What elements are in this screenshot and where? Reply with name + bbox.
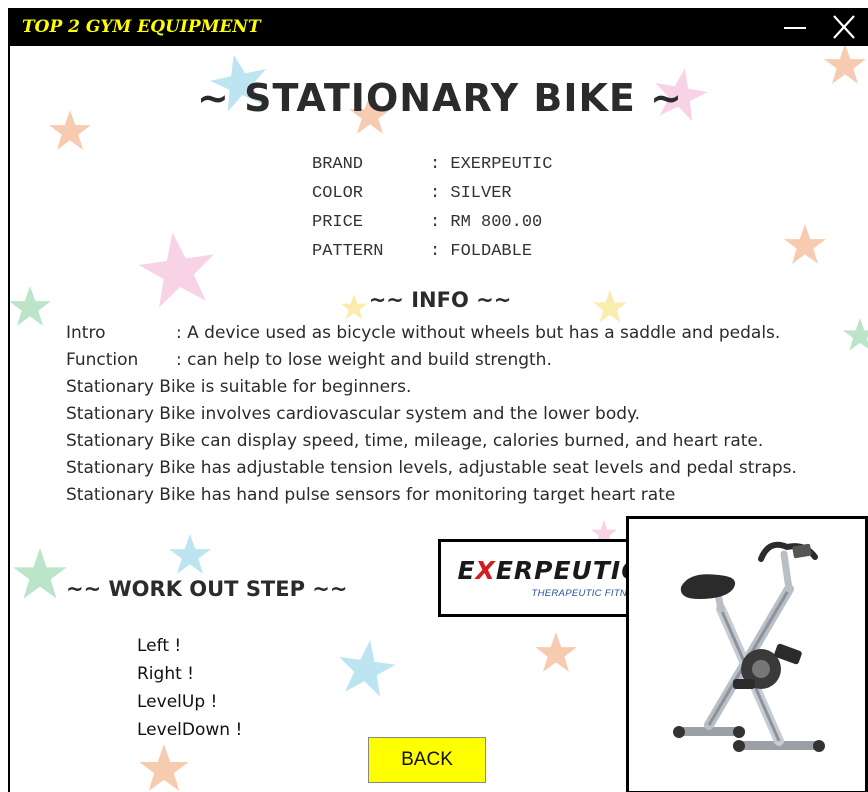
info-line: Stationary Bike has hand pulse sensors f… (66, 485, 676, 505)
logo-rest: ERPEUTIC (495, 556, 641, 585)
close-button[interactable] (826, 12, 860, 42)
workout-heading: ~~ WORK OUT STEP ~~ (66, 577, 348, 601)
spec-row-brand: BRAND : EXERPEUTIC (312, 150, 552, 179)
spec-row-price: PRICE : RM 800.00 (312, 208, 552, 237)
spec-row-color: COLOR : SILVER (312, 179, 552, 208)
workout-steps: Left ! Right ! LevelUp ! LevelDown ! (137, 632, 242, 744)
logo-wordmark: EXERPEUTIC (441, 556, 657, 585)
info-line: Stationary Bike can display speed, time,… (66, 431, 764, 451)
close-icon (833, 15, 855, 39)
spec-value: : SILVER (430, 184, 512, 203)
back-button[interactable]: BACK (368, 737, 486, 783)
info-heading: ~~ INFO ~~ (368, 288, 512, 312)
minimize-icon (784, 27, 806, 29)
spec-row-pattern: PATTERN : FOLDABLE (312, 237, 552, 266)
logo-x: X (475, 556, 496, 585)
spec-label: PATTERN (312, 242, 384, 261)
info-intro: Intro : A device used as bicycle without … (66, 320, 797, 347)
spec-label: BRAND (312, 155, 364, 174)
content-area: ~ STATIONARY BIKE ~ BRAND : EXERPEUTIC CO… (8, 46, 868, 792)
info-line: Stationary Bike involves cardiovascular … (66, 404, 641, 424)
spec-list: BRAND : EXERPEUTIC COLOR : SILVER PRICE : R… (312, 150, 552, 266)
step-item: Right ! (137, 664, 194, 684)
title-bar: TOP 2 GYM EQUIPMENT (8, 8, 868, 46)
page-title: ~ STATIONARY BIKE ~ (197, 76, 683, 120)
spec-value: : RM 800.00 (430, 213, 543, 232)
minimize-button[interactable] (778, 12, 812, 42)
stationary-bike-image (673, 541, 825, 752)
spec-value: : EXERPEUTIC (430, 155, 553, 174)
app-window: TOP 2 GYM EQUIPMENT ~ STATIONARY BIKE ~ … (8, 8, 868, 792)
spec-label: COLOR (312, 184, 364, 203)
step-item: LevelDown ! (137, 720, 243, 740)
info-value: : A device used as bicycle without wheel… (176, 323, 781, 343)
window-title: TOP 2 GYM EQUIPMENT (22, 17, 261, 37)
logo-prefix: E (457, 556, 476, 585)
spec-value: : FOLDABLE (430, 242, 533, 261)
info-text: Intro : A device used as bicycle without … (66, 320, 797, 509)
spec-label: PRICE (312, 213, 364, 232)
step-item: Left ! (137, 636, 182, 656)
step-item: LevelUp ! (137, 692, 218, 712)
info-value: : can help to lose weight and build stre… (176, 350, 552, 370)
info-line: Stationary Bike has adjustable tension l… (66, 458, 797, 478)
info-line: Stationary Bike is suitable for beginner… (66, 377, 412, 397)
info-label: Intro (66, 323, 106, 343)
info-label: Function (66, 350, 139, 370)
product-image (626, 516, 868, 792)
info-function: Function : can help to lose weight and bu… (66, 347, 797, 374)
